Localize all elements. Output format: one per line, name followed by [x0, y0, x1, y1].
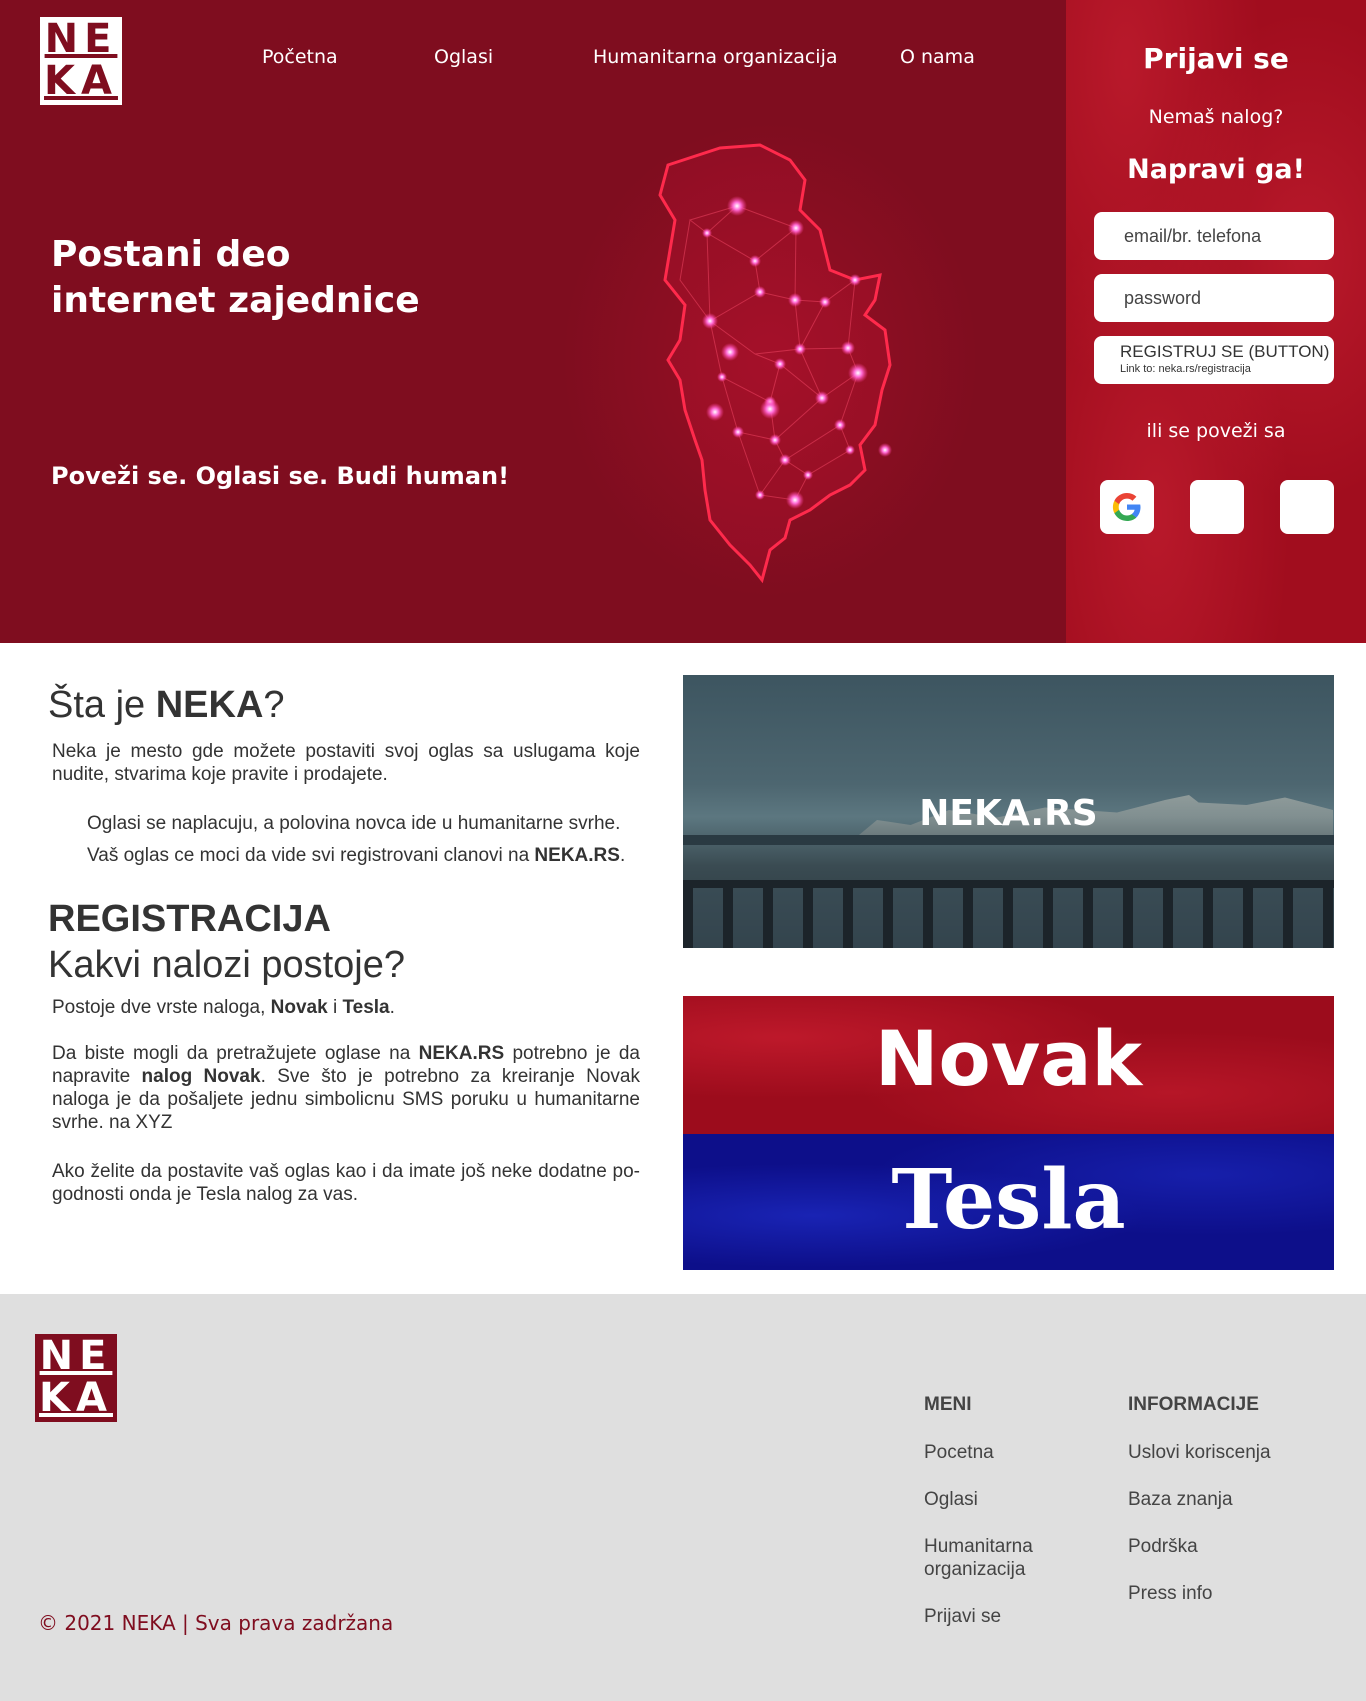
- about-heading-post: ?: [263, 684, 285, 726]
- about-details-line2: Vaš oglas ce moci da vide svi registrova…: [87, 840, 647, 872]
- about-heading-brand: NEKA: [155, 684, 264, 726]
- footer-link-podrska[interactable]: Podrška: [1128, 1535, 1198, 1558]
- social-login-button-2[interactable]: [1190, 480, 1244, 534]
- tesla-banner: Tesla: [683, 1134, 1334, 1270]
- email-field[interactable]: [1094, 212, 1334, 260]
- about-line2-text: Vaš oglas ce moci da vide svi registrova…: [87, 845, 535, 866]
- footer-link-uslovi[interactable]: Uslovi koriscenja: [1128, 1441, 1271, 1464]
- login-panel: Prijavi se Nemaš nalog? Napravi ga! REGI…: [1066, 0, 1366, 643]
- register-button[interactable]: REGISTRUJ SE (BUTTON) Link to: neka.rs/r…: [1094, 336, 1334, 384]
- logo-text-bottom: KA: [44, 58, 118, 104]
- about-details: Oglasi se naplacuju, a polovina novca id…: [87, 808, 647, 872]
- password-field[interactable]: [1094, 274, 1334, 322]
- footer-link-baza-znanja[interactable]: Baza znanja: [1128, 1488, 1233, 1511]
- about-heading: Šta je NEKA?: [48, 684, 285, 727]
- nav-pocetna[interactable]: Početna: [262, 46, 338, 68]
- register-button-label: REGISTRUJ SE (BUTTON): [1120, 342, 1330, 361]
- footer-logo[interactable]: NE KA: [35, 1334, 117, 1422]
- serbia-network-map: [658, 143, 892, 584]
- hero-tagline: Poveži se. Oglasi se. Budi human!: [51, 462, 510, 490]
- intro-tesla: Tesla: [342, 997, 390, 1018]
- novak-banner-text: Novak: [874, 1014, 1143, 1103]
- novak-text-brand: NEKA.RS: [418, 1043, 505, 1064]
- hero-title-line1: Postani deo: [51, 234, 291, 275]
- footer-info-heading: INFORMACIJE: [1128, 1394, 1259, 1415]
- tesla-banner-text: Tesla: [891, 1152, 1126, 1248]
- account-types-intro: Postoje dve vrste naloga, Novak i Tesla.: [52, 996, 640, 1019]
- footer-link-oglasi[interactable]: Oglasi: [924, 1488, 978, 1511]
- about-paragraph: Neka je mesto gde možete postaviti svoj …: [52, 741, 640, 785]
- novak-banner: Novak: [683, 996, 1334, 1134]
- novak-text-account: nalog Novak: [141, 1066, 261, 1087]
- logo-text-top: NE: [44, 16, 118, 62]
- intro-mid: i: [327, 997, 343, 1018]
- footer-link-press-info[interactable]: Press info: [1128, 1582, 1212, 1605]
- about-line2-brand: NEKA.RS: [534, 845, 620, 866]
- about-heading-pre: Šta je: [48, 684, 156, 726]
- novak-paragraph: Da biste mogli da pretražujete oglase na…: [52, 1042, 640, 1134]
- nav-humanitarna-organizacija[interactable]: Humanitarna organizacija: [593, 46, 838, 68]
- about-line2-end: .: [619, 845, 626, 866]
- footer-logo-text-bottom: KA: [39, 1375, 113, 1421]
- hero-section: NE KA Početna Oglasi Humanitarna organiz…: [0, 0, 1366, 643]
- novak-text-a: Da biste mogli da pretražujete oglase na: [52, 1043, 419, 1064]
- login-title: Prijavi se: [1143, 42, 1289, 75]
- tesla-paragraph: Ako želite da postavite vaš oglas kao i …: [52, 1161, 640, 1205]
- neka-banner-caption: NEKA.RS: [919, 793, 1098, 834]
- about-details-line1: Oglasi se naplacuju, a polovina novca id…: [87, 813, 621, 834]
- create-account-link[interactable]: Napravi ga!: [1066, 154, 1366, 185]
- account-types-heading: Kakvi nalozi postoje?: [48, 944, 405, 986]
- hero-title: Postani deo internet zajednice: [51, 232, 420, 324]
- railing: [683, 880, 1334, 948]
- google-login-button[interactable]: [1100, 480, 1154, 534]
- neka-banner-image: NEKA.RS: [683, 675, 1334, 948]
- logo[interactable]: NE KA: [40, 17, 122, 105]
- hero-title-line2: internet zajednice: [51, 280, 420, 321]
- copyright: © 2021 NEKA | Sva prava zadržana: [38, 1611, 394, 1635]
- footer-logo-text-top: NE: [39, 1333, 113, 1379]
- intro-post: .: [389, 997, 395, 1018]
- intro-pre: Postoje dve vrste naloga,: [52, 997, 271, 1018]
- nav-o-nama[interactable]: O nama: [900, 46, 975, 68]
- footer-link-humanitarna-organizacija[interactable]: Humanitarna organizacija: [924, 1535, 1064, 1581]
- no-account-text: Nemaš nalog?: [1148, 106, 1284, 128]
- bridge: [683, 835, 1334, 845]
- register-link-note: Link to: neka.rs/registracija: [1120, 363, 1251, 375]
- footer-link-prijavi-se[interactable]: Prijavi se: [924, 1605, 1001, 1628]
- social-login-button-3[interactable]: [1280, 480, 1334, 534]
- registration-heading: REGISTRACIJA: [48, 898, 331, 940]
- footer-menu-heading: MENI: [924, 1394, 972, 1415]
- google-icon: [1112, 493, 1141, 521]
- intro-novak: Novak: [270, 997, 328, 1018]
- footer-link-pocetna[interactable]: Pocetna: [924, 1441, 994, 1464]
- or-connect-text: ili se poveži sa: [1146, 420, 1286, 442]
- nav-oglasi[interactable]: Oglasi: [434, 46, 493, 68]
